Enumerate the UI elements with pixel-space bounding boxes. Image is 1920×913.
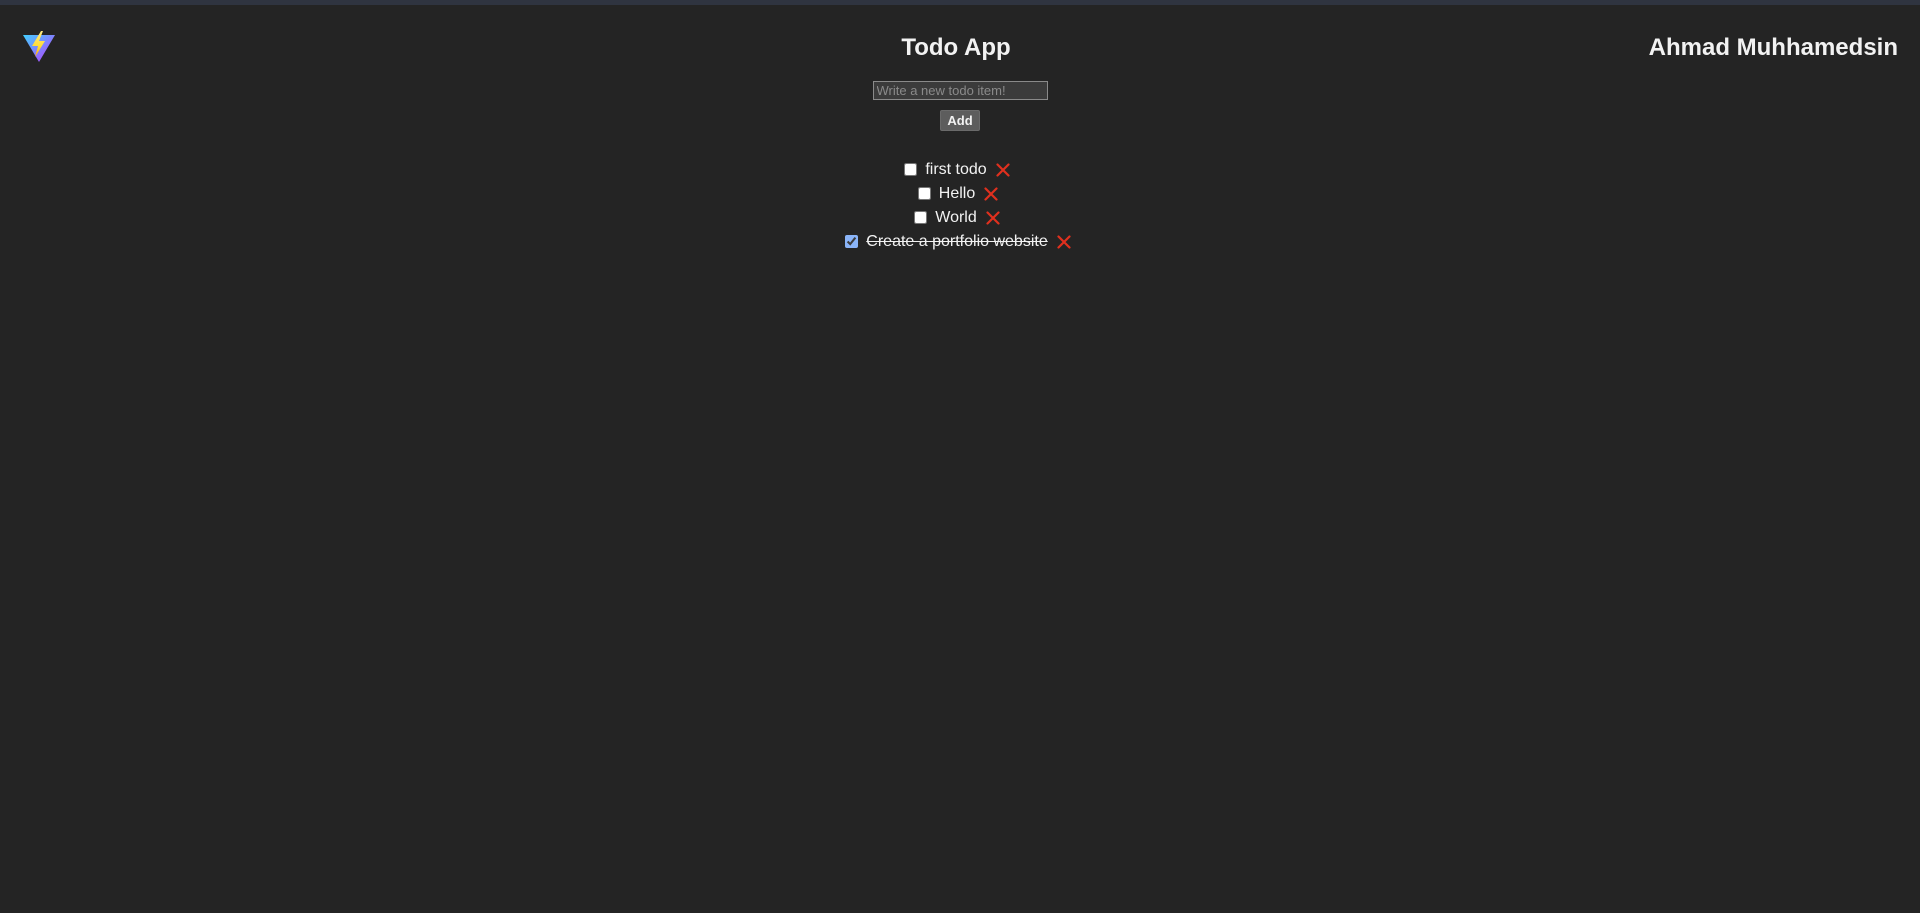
todo-text: Create a portfolio website <box>866 233 1048 250</box>
list-item: Hello <box>0 182 1918 206</box>
delete-icon[interactable] <box>986 211 1000 225</box>
todo-list: first todo Hello World Create a portfoli… <box>0 158 1920 254</box>
list-item: World <box>0 206 1917 230</box>
todo-text: World <box>935 209 977 226</box>
list-item: Create a portfolio website <box>0 230 1918 254</box>
delete-icon[interactable] <box>996 163 1010 177</box>
todo-checkbox[interactable] <box>904 162 918 176</box>
page-title: Todo App <box>0 34 1920 62</box>
todo-checkbox[interactable] <box>845 234 859 248</box>
todo-form: Add <box>0 81 1920 131</box>
todo-text: first todo <box>925 161 987 178</box>
author-name: Ahmad Muhhamedsin <box>1648 34 1898 61</box>
add-button[interactable]: Add <box>940 110 980 131</box>
page-title-text: Todo App <box>901 34 1011 61</box>
delete-icon[interactable] <box>1057 235 1071 249</box>
todo-checkbox[interactable] <box>914 210 928 224</box>
todo-checkbox[interactable] <box>917 186 931 200</box>
todo-input[interactable] <box>872 81 1048 100</box>
list-item: first todo <box>0 158 1917 182</box>
delete-icon[interactable] <box>984 187 998 201</box>
todo-text: Hello <box>938 185 976 202</box>
